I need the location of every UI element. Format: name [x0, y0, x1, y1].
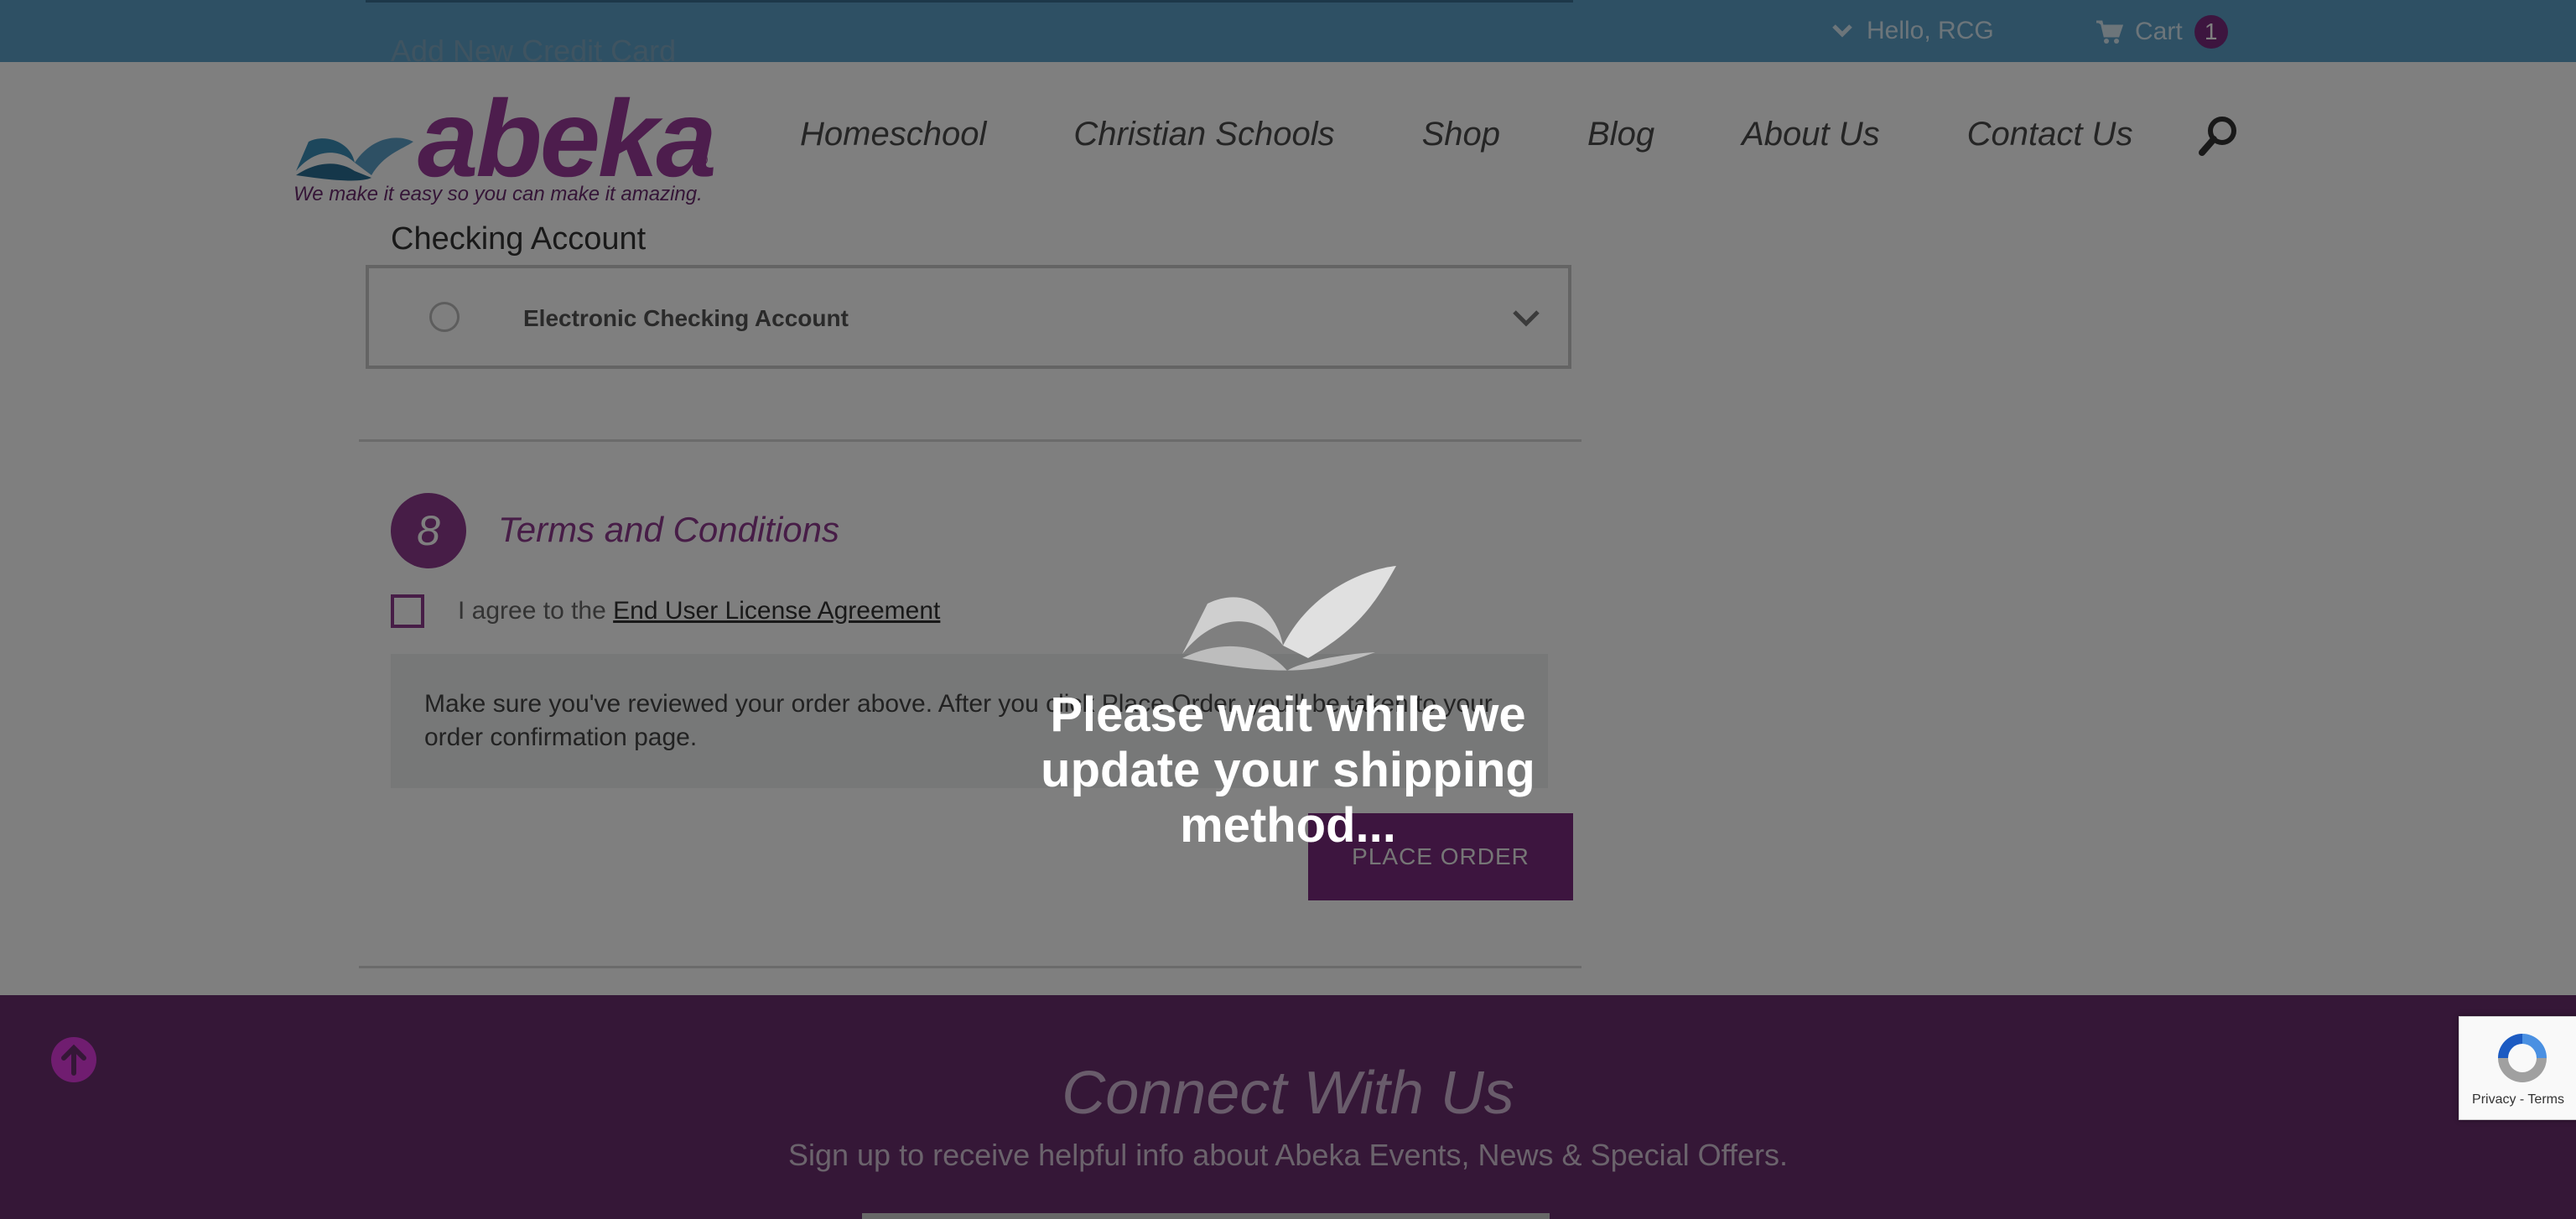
recaptcha-badge[interactable]: Privacy - Terms — [2459, 1016, 2576, 1120]
loading-message: Please wait while we update your shippin… — [1041, 687, 1535, 853]
recaptcha-links[interactable]: Privacy - Terms — [2459, 1092, 2576, 1107]
open-book-icon — [1182, 566, 1396, 671]
recaptcha-icon — [2498, 1034, 2547, 1082]
